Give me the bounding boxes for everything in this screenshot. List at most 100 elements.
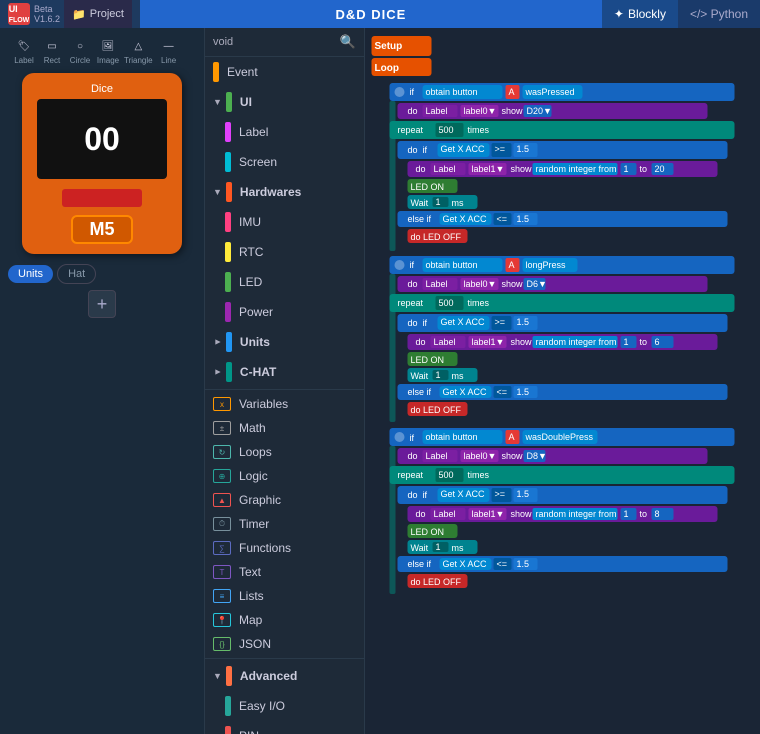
device-red-button[interactable] bbox=[62, 189, 142, 207]
led-color-bar bbox=[225, 272, 231, 292]
svg-text:repeat: repeat bbox=[398, 298, 424, 308]
svg-text:do: do bbox=[416, 164, 426, 174]
category-text[interactable]: T Text bbox=[205, 560, 364, 584]
category-lists[interactable]: ≡ Lists bbox=[205, 584, 364, 608]
device-name-badge: M5 bbox=[71, 215, 132, 244]
svg-text:1: 1 bbox=[624, 337, 629, 347]
units-tab[interactable]: Units bbox=[8, 265, 53, 283]
svg-text:if: if bbox=[423, 490, 428, 500]
svg-text:wasDoublePress: wasDoublePress bbox=[525, 432, 594, 442]
search-button[interactable]: 🔍 bbox=[340, 34, 356, 50]
svg-text:obtain button: obtain button bbox=[426, 260, 478, 270]
svg-text:ms: ms bbox=[452, 371, 464, 381]
category-imu[interactable]: IMU bbox=[205, 207, 364, 237]
svg-text:wasPressed: wasPressed bbox=[525, 87, 575, 97]
svg-text:longPress: longPress bbox=[526, 260, 567, 270]
svg-text:8: 8 bbox=[655, 509, 660, 519]
svg-text:>=: >= bbox=[495, 489, 506, 499]
category-json[interactable]: {} JSON bbox=[205, 632, 364, 656]
category-math[interactable]: ± Math bbox=[205, 416, 364, 440]
device-name-area: M5 bbox=[32, 215, 172, 244]
category-lists-label: Lists bbox=[239, 589, 264, 603]
void-label: void bbox=[213, 36, 233, 48]
easyio-color-bar bbox=[225, 696, 231, 716]
svg-text:>=: >= bbox=[495, 144, 506, 154]
project-button[interactable]: 📁 Project bbox=[64, 0, 132, 28]
tool-image[interactable]: 🖼 bbox=[96, 36, 120, 56]
section-advanced-label: Advanced bbox=[240, 669, 297, 683]
section-units[interactable]: ▼ Units bbox=[205, 327, 364, 357]
blocks-canvas: Setup Loop if obtain button A wasPressed… bbox=[365, 28, 760, 734]
rtc-color-bar bbox=[225, 242, 231, 262]
imu-color-bar bbox=[225, 212, 231, 232]
section-chat[interactable]: ▼ C-HAT bbox=[205, 357, 364, 387]
category-rtc[interactable]: RTC bbox=[205, 237, 364, 267]
python-tab[interactable]: </> Python bbox=[678, 0, 760, 28]
tool-triangle[interactable]: △ bbox=[126, 36, 150, 56]
svg-text:show: show bbox=[511, 164, 533, 174]
math-icon: ± bbox=[213, 421, 231, 435]
category-easyio[interactable]: Easy I/O bbox=[205, 691, 364, 721]
svg-text:LED ON: LED ON bbox=[411, 527, 445, 537]
tool-line[interactable]: — bbox=[157, 36, 181, 56]
svg-text:500: 500 bbox=[439, 298, 454, 308]
category-power-label: Power bbox=[239, 305, 273, 319]
tool-rect[interactable]: ▭ bbox=[40, 36, 64, 56]
section-hardwares[interactable]: ▼ Hardwares bbox=[205, 177, 364, 207]
blockly-tab[interactable]: ✦ Blockly bbox=[602, 0, 678, 28]
section-ui-label: UI bbox=[240, 95, 252, 109]
svg-text:obtain button: obtain button bbox=[426, 87, 478, 97]
add-unit-button[interactable]: + bbox=[88, 290, 116, 318]
section-ui[interactable]: ▼ UI bbox=[205, 87, 364, 117]
category-pin[interactable]: PIN bbox=[205, 721, 364, 734]
svg-text:repeat: repeat bbox=[398, 125, 424, 135]
adv-color-bar bbox=[226, 666, 232, 686]
blocks-workspace[interactable]: Setup Loop if obtain button A wasPressed… bbox=[365, 28, 760, 734]
category-map[interactable]: 📍 Map bbox=[205, 608, 364, 632]
device-preview: Dice 00 M5 bbox=[22, 73, 182, 254]
category-logic[interactable]: ⊕ Logic bbox=[205, 464, 364, 488]
tool-circle[interactable]: ○ bbox=[68, 36, 92, 56]
category-easyio-label: Easy I/O bbox=[239, 699, 285, 713]
category-label[interactable]: Label bbox=[205, 117, 364, 147]
category-math-label: Math bbox=[239, 421, 266, 435]
section-advanced[interactable]: ▼ Advanced bbox=[205, 661, 364, 691]
svg-text:Wait: Wait bbox=[411, 543, 429, 553]
category-graphic-label: Graphic bbox=[239, 493, 281, 507]
category-variables[interactable]: x Variables bbox=[205, 392, 364, 416]
svg-text:Label: Label bbox=[426, 451, 448, 461]
tool-label[interactable]: 🏷 bbox=[12, 36, 36, 56]
category-event[interactable]: Event bbox=[205, 57, 364, 87]
svg-text:Label: Label bbox=[426, 279, 448, 289]
svg-text:do: do bbox=[408, 279, 418, 289]
category-label-text: Label bbox=[239, 125, 268, 139]
category-functions-label: Functions bbox=[239, 541, 291, 555]
svg-text:D20▼: D20▼ bbox=[527, 106, 552, 116]
svg-text:else if: else if bbox=[408, 559, 432, 569]
svg-text:1.5: 1.5 bbox=[517, 559, 530, 569]
category-imu-label: IMU bbox=[239, 215, 261, 229]
svg-text:do LED OFF: do LED OFF bbox=[411, 405, 462, 415]
mode-tabs: ✦ Blockly </> Python bbox=[602, 0, 760, 28]
category-functions[interactable]: ∑ Functions bbox=[205, 536, 364, 560]
event-color-bar bbox=[213, 62, 219, 82]
category-led-label: LED bbox=[239, 275, 262, 289]
svg-text:Get X ACC: Get X ACC bbox=[441, 489, 486, 499]
svg-text:if: if bbox=[423, 145, 428, 155]
category-screen[interactable]: Screen bbox=[205, 147, 364, 177]
category-graphic[interactable]: ▲ Graphic bbox=[205, 488, 364, 512]
svg-text:LED ON: LED ON bbox=[411, 355, 445, 365]
category-loops[interactable]: ↻ Loops bbox=[205, 440, 364, 464]
category-rtc-label: RTC bbox=[239, 245, 263, 259]
svg-text:1: 1 bbox=[624, 509, 629, 519]
category-led[interactable]: LED bbox=[205, 267, 364, 297]
category-power[interactable]: Power bbox=[205, 297, 364, 327]
svg-text:Label: Label bbox=[434, 164, 456, 174]
hat-tab[interactable]: Hat bbox=[57, 264, 96, 284]
svg-text:label1▼: label1▼ bbox=[472, 337, 505, 347]
svg-text:>=: >= bbox=[495, 317, 506, 327]
ui-color-bar bbox=[226, 92, 232, 112]
blockly-icon: ✦ bbox=[614, 7, 624, 21]
svg-text:do: do bbox=[416, 337, 426, 347]
category-timer[interactable]: ⏱ Timer bbox=[205, 512, 364, 536]
